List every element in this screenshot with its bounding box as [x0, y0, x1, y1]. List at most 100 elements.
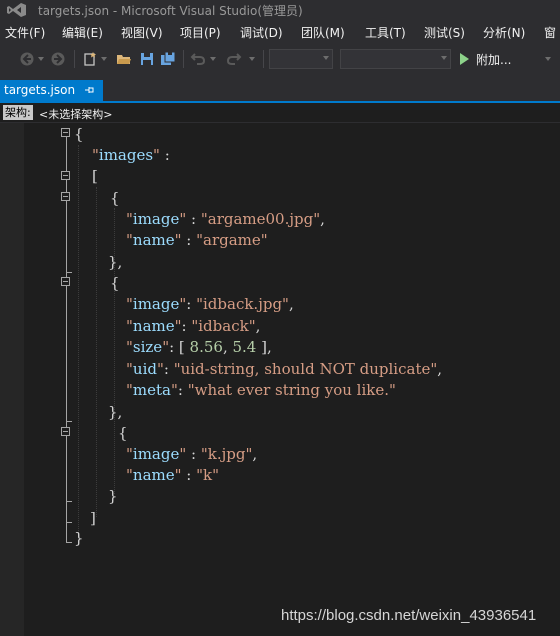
- code-token: size: [132, 338, 163, 356]
- collapse-icon[interactable]: [61, 277, 70, 286]
- code-token: {: [110, 189, 120, 207]
- code-token: "argame00.jpg": [200, 210, 321, 228]
- title-bar: targets.json - Microsoft Visual Studio(管…: [0, 0, 560, 20]
- code-token: "argame": [196, 231, 268, 249]
- tab-title: targets.json: [4, 83, 76, 97]
- code-line: },: [108, 253, 122, 271]
- code-token: ": [126, 466, 133, 484]
- code-line: {: [110, 189, 120, 207]
- code-token: ,: [222, 338, 233, 356]
- undo-dropdown-icon[interactable]: [210, 57, 216, 61]
- code-line: "name": "idback",: [126, 317, 260, 335]
- redo-dropdown-icon[interactable]: [249, 57, 255, 61]
- fold-end-tick: [66, 421, 72, 422]
- code-token: ]: [90, 509, 96, 527]
- code-token: : [: [169, 338, 190, 356]
- code-line: {: [118, 424, 128, 442]
- code-token: :: [181, 466, 197, 484]
- code-token: name: [132, 231, 175, 249]
- code-token: 5.4: [232, 338, 257, 356]
- save-icon[interactable]: [139, 51, 155, 67]
- menu-test[interactable]: 测试(S): [424, 24, 465, 41]
- collapse-icon[interactable]: [61, 427, 70, 436]
- menu-view[interactable]: 视图(V): [121, 24, 163, 41]
- code-token: :: [177, 381, 188, 399]
- code-line: "image" : "argame00.jpg",: [126, 210, 325, 228]
- code-token: ": [126, 445, 133, 463]
- code-token: {: [74, 125, 84, 143]
- code-token: name: [132, 466, 175, 484]
- code-token: :: [181, 317, 192, 335]
- schema-label: 架构:: [3, 105, 33, 120]
- code-token: "k": [196, 466, 220, 484]
- fold-end-tick: [66, 542, 72, 543]
- collapse-icon[interactable]: [61, 128, 70, 137]
- code-token: ": [174, 317, 182, 335]
- toolbar-separator: [74, 50, 75, 68]
- menu-team[interactable]: 团队(M): [301, 24, 345, 41]
- code-token: "what ever string you like.": [187, 381, 396, 399]
- code-token: {: [118, 424, 128, 442]
- save-all-icon[interactable]: [160, 51, 176, 67]
- code-token: {: [110, 274, 120, 292]
- run-dropdown-icon[interactable]: [545, 57, 551, 61]
- code-token: uid: [132, 360, 157, 378]
- tab-targets-json[interactable]: targets.json: [0, 80, 103, 101]
- code-token: ": [126, 381, 133, 399]
- new-project-icon[interactable]: [82, 51, 98, 67]
- fold-end-tick: [66, 501, 72, 502]
- code-line: "meta": "what ever string you like.": [126, 381, 396, 399]
- code-editor[interactable]: {"images" :[{"image" : "argame00.jpg", "n…: [0, 123, 560, 636]
- menu-tools[interactable]: 工具(T): [365, 24, 406, 41]
- code-token: image: [132, 445, 180, 463]
- open-folder-icon[interactable]: [116, 51, 132, 67]
- code-line: "image" : "k.jpg",: [126, 445, 257, 463]
- code-token: 8.56: [189, 338, 223, 356]
- code-token: "idback.jpg": [196, 295, 289, 313]
- code-line: {: [74, 125, 84, 143]
- code-token: "uid-string, should NOT duplicate": [173, 360, 438, 378]
- menu-file[interactable]: 文件(F): [5, 24, 45, 41]
- back-icon[interactable]: [19, 51, 35, 67]
- collapse-icon[interactable]: [61, 171, 70, 180]
- document-tab-bar: targets.json: [0, 74, 560, 101]
- schema-dropdown[interactable]: <未选择架构>: [39, 106, 112, 122]
- code-line: {: [110, 274, 120, 292]
- code-token: ": [126, 210, 133, 228]
- code-token: image: [132, 210, 180, 228]
- menu-edit[interactable]: 编辑(E): [62, 24, 103, 41]
- code-line: "image": "idback.jpg",: [126, 295, 294, 313]
- code-token: :: [159, 146, 170, 164]
- menu-analyze[interactable]: 分析(N): [483, 24, 525, 41]
- collapse-icon[interactable]: [61, 192, 70, 201]
- code-token: meta: [132, 381, 171, 399]
- code-line: },: [108, 403, 122, 421]
- code-token: ": [92, 146, 99, 164]
- undo-icon[interactable]: [190, 51, 206, 67]
- code-token: ],: [256, 338, 272, 356]
- code-token: :: [186, 210, 201, 228]
- code-token: "k.jpg": [200, 445, 253, 463]
- code-token: [: [92, 167, 98, 185]
- code-token: images: [98, 146, 154, 164]
- indent-guide: [96, 187, 97, 517]
- back-dropdown-icon[interactable]: [38, 57, 44, 61]
- menu-project[interactable]: 项目(P): [180, 24, 221, 41]
- new-project-dropdown-icon[interactable]: [101, 57, 107, 61]
- code-token: },: [108, 403, 123, 421]
- redo-icon[interactable]: [226, 51, 242, 67]
- code-line: }: [74, 529, 84, 547]
- forward-icon[interactable]: [50, 51, 66, 67]
- code-line: "name" : "argame": [126, 231, 268, 249]
- pin-icon[interactable]: [83, 84, 95, 96]
- solution-configuration-select[interactable]: [269, 49, 333, 69]
- code-line: "name" : "k": [126, 466, 219, 484]
- code-token: :: [186, 295, 197, 313]
- solution-platform-select[interactable]: [340, 49, 451, 69]
- code-token: :: [181, 231, 197, 249]
- code-token: ": [156, 360, 164, 378]
- menu-debug[interactable]: 调试(D): [240, 24, 283, 41]
- menu-window[interactable]: 窗: [544, 24, 556, 41]
- code-token: ": [126, 295, 133, 313]
- code-token: ,: [320, 210, 325, 228]
